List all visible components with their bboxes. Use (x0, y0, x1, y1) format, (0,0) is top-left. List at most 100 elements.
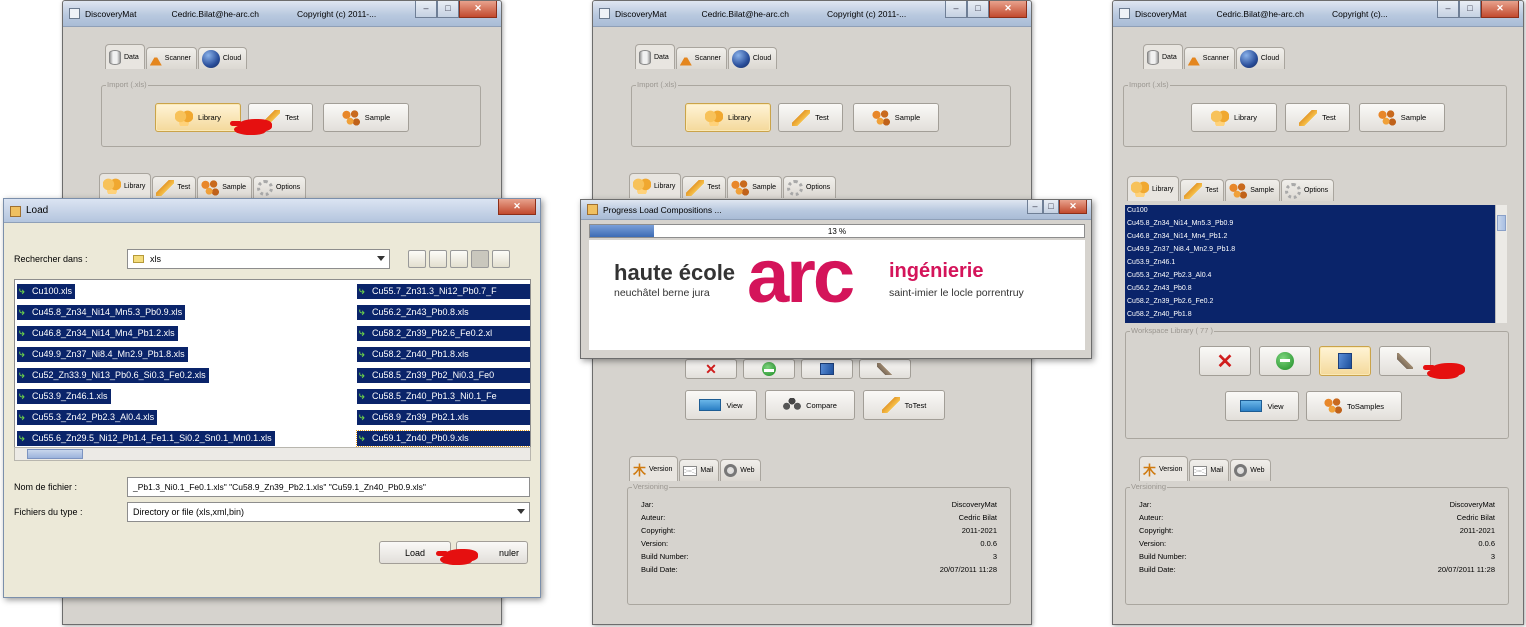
minimize-button[interactable]: – (415, 1, 437, 18)
tab-sample[interactable]: Sample (1225, 179, 1280, 201)
file-item[interactable]: ⤷ Cu55.7_Zn31.3_Ni12_Pb0.7_F (357, 284, 530, 299)
list-item[interactable]: Cu58.2_Zn39_Pb2.6_Fe0.2 (1125, 296, 1495, 309)
tab-data[interactable]: Data (635, 44, 675, 69)
list-item[interactable]: Cu53.9_Zn46.1 (1125, 257, 1495, 270)
file-item[interactable]: ⤷ Cu58.5_Zn40_Pb1.3_Ni0.1_Fe (357, 389, 530, 404)
file-item[interactable]: ⤷ Cu46.8_Zn34_Ni14_Mn4_Pb1.2.xls (17, 326, 178, 341)
file-item[interactable]: ⤷ Cu58.2_Zn40_Pb1.8.xls (357, 347, 530, 362)
list-item[interactable]: Cu49.9_Zn37_Ni8.4_Mn2.9_Pb1.8 (1125, 244, 1495, 257)
list-view-icon[interactable] (471, 250, 489, 268)
tab-cloud[interactable]: Cloud (727, 47, 778, 69)
horizontal-scrollbar[interactable] (14, 447, 531, 461)
list-item[interactable]: Cu58.2_Zn40_Pb1.8 (1125, 309, 1495, 322)
tab-data[interactable]: Data (105, 44, 145, 69)
tab-library[interactable]: Library (1127, 176, 1180, 201)
tab-sample[interactable]: Sample (727, 176, 782, 198)
file-item[interactable]: ⤷ Cu58.2_Zn39_Pb2.6_Fe0.2.xl (357, 326, 530, 341)
tab-web[interactable]: Web (1230, 459, 1271, 481)
minimize-button[interactable]: – (945, 1, 967, 18)
tab-test[interactable]: Test (682, 176, 727, 198)
open-button[interactable] (801, 359, 853, 379)
file-item[interactable]: ⤷ Cu56.2_Zn43_Pb0.8.xls (357, 305, 530, 320)
file-item[interactable]: ⤷ Cu49.9_Zn37_Ni8.4_Mn2.9_Pb1.8.xls (17, 347, 188, 362)
import-test-button[interactable]: Test (1285, 103, 1350, 132)
remove-button[interactable]: ✕ (685, 359, 737, 379)
minimize-button[interactable]: – (1027, 200, 1043, 214)
tab-sample[interactable]: Sample (197, 176, 252, 198)
tab-scanner[interactable]: Scanner (145, 47, 197, 69)
list-item[interactable]: Cu46.8_Zn34_Ni14_Mn4_Pb1.2 (1125, 231, 1495, 244)
close-button[interactable]: ✕ (1481, 1, 1519, 18)
maximize-button[interactable]: □ (1043, 200, 1059, 214)
import-sample-button[interactable]: Sample (1359, 103, 1445, 132)
tab-scanner[interactable]: Scanner (1183, 47, 1235, 69)
import-sample-button[interactable]: Sample (853, 103, 939, 132)
close-button[interactable]: ✕ (989, 1, 1027, 18)
file-item[interactable]: ⤷ Cu55.6_Zn29.5_Ni12_Pb1.4_Fe1.1_Si0.2_Sn… (17, 431, 275, 446)
scroll-thumb[interactable] (27, 449, 83, 459)
close-button[interactable]: ✕ (459, 1, 497, 18)
import-test-button[interactable]: Test (778, 103, 843, 132)
minimize-button[interactable]: – (1437, 1, 1459, 18)
tab-mail[interactable]: Mail (1189, 459, 1230, 481)
totest-button[interactable]: ToTest (863, 390, 945, 420)
tab-library[interactable]: Library (99, 173, 152, 198)
file-item[interactable]: ⤷ Cu59.1_Zn40_Pb0.9.xls (356, 430, 530, 447)
scroll-thumb[interactable] (1497, 215, 1506, 231)
maximize-button[interactable]: □ (437, 1, 459, 18)
new-folder-icon[interactable] (450, 250, 468, 268)
file-item[interactable]: ⤷ Cu100.xls (17, 284, 76, 299)
view-button[interactable]: View (685, 390, 757, 420)
list-item[interactable]: Cu56.2_Zn43_Pb0.8 (1125, 283, 1495, 296)
tab-test[interactable]: Test (152, 176, 197, 198)
remove-button[interactable]: ✕ (1199, 346, 1251, 376)
home-icon[interactable] (429, 250, 447, 268)
details-view-icon[interactable] (492, 250, 510, 268)
tab-version[interactable]: 木 Version (629, 456, 679, 481)
tab-data[interactable]: Data (1143, 44, 1183, 69)
file-item[interactable]: ⤷ Cu52_Zn33.9_Ni13_Pb0.6_Si0.3_Fe0.2.xls (17, 368, 209, 383)
file-item[interactable]: ⤷ Cu58.9_Zn39_Pb2.1.xls (357, 410, 530, 425)
tab-scanner[interactable]: Scanner (675, 47, 727, 69)
tab-test[interactable]: Test (1180, 179, 1225, 201)
tab-cloud[interactable]: Cloud (1235, 47, 1286, 69)
open-button[interactable] (1319, 346, 1371, 376)
tools-button[interactable] (1379, 346, 1431, 376)
tools-button[interactable] (859, 359, 911, 379)
import-library-button[interactable]: Library (1191, 103, 1277, 132)
tab-options[interactable]: Options (1280, 179, 1335, 201)
vertical-scrollbar[interactable] (1495, 205, 1507, 323)
import-library-button[interactable]: Library (155, 103, 241, 132)
file-item[interactable]: ⤷ Cu58.5_Zn39_Pb2_Ni0.3_Fe0 (357, 368, 530, 383)
look-in-combo[interactable]: xls (127, 249, 390, 269)
view-button[interactable]: View (1225, 391, 1299, 421)
list-item[interactable]: Cu45.8_Zn34_Ni14_Mn5.3_Pb0.9 (1125, 218, 1495, 231)
list-item[interactable]: Cu100 (1125, 205, 1495, 218)
compare-button[interactable]: Compare (765, 390, 855, 420)
tab-web[interactable]: Web (720, 459, 761, 481)
file-item[interactable]: ⤷ Cu55.3_Zn42_Pb2.3_Al0.4.xls (17, 410, 158, 425)
filetype-combo[interactable]: Directory or file (xls,xml,bin) (127, 502, 530, 522)
list-item[interactable]: Cu55.3_Zn42_Pb2.3_Al0.4 (1125, 270, 1495, 283)
file-item[interactable]: ⤷ Cu53.9_Zn46.1.xls (17, 389, 111, 404)
clear-button[interactable] (1259, 346, 1311, 376)
file-item[interactable]: ⤷ Cu45.8_Zn34_Ni14_Mn5.3_Pb0.9.xls (17, 305, 186, 320)
tab-mail[interactable]: Mail (679, 459, 720, 481)
clear-button[interactable] (743, 359, 795, 379)
workspace-library-list[interactable]: Cu100 Cu45.8_Zn34_Ni14_Mn5.3_Pb0.9 Cu46.8_… (1125, 205, 1495, 323)
tosamples-button[interactable]: ToSamples (1306, 391, 1402, 421)
tab-options[interactable]: Options (252, 176, 307, 198)
file-list[interactable]: ⤷ Cu100.xls ⤷ Cu45.8_Zn34_Ni14_Mn5.3_Pb0.9.… (14, 279, 531, 455)
up-folder-icon[interactable] (408, 250, 426, 268)
maximize-button[interactable]: □ (967, 1, 989, 18)
import-sample-button[interactable]: Sample (323, 103, 409, 132)
dialog-close-button[interactable]: ✕ (498, 199, 536, 215)
close-button[interactable]: ✕ (1059, 200, 1087, 214)
import-library-button[interactable]: Library (685, 103, 771, 132)
tab-options[interactable]: Options (782, 176, 837, 198)
tab-library[interactable]: Library (629, 173, 682, 198)
filename-field[interactable]: _Pb1.3_Ni0.1_Fe0.1.xls" "Cu58.9_Zn39_Pb2… (127, 477, 530, 497)
tab-cloud[interactable]: Cloud (197, 47, 248, 69)
tab-version[interactable]: 木 Version (1139, 456, 1189, 481)
maximize-button[interactable]: □ (1459, 1, 1481, 18)
